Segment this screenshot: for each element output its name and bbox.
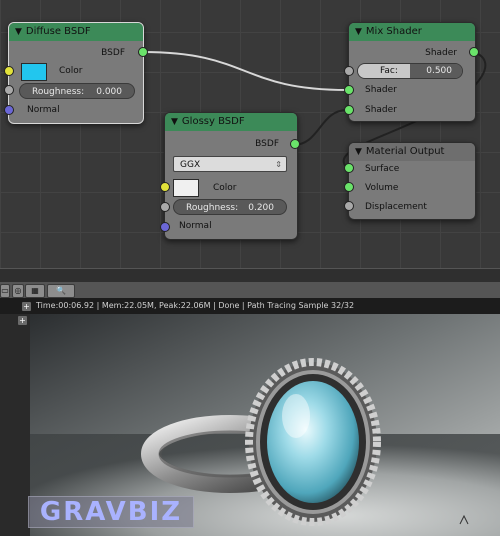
diffuse-normal-label: Normal [27,105,60,115]
glossy-roughness-socket[interactable] [160,202,170,212]
glossy-bsdf-output-socket[interactable] [290,139,300,149]
glossy-roughness-field[interactable]: Roughness: 0.200 [173,199,287,215]
output-node-header[interactable]: ▼ Material Output [349,143,475,161]
output-volume-socket[interactable] [344,182,354,192]
glossy-color-label: Color [213,183,237,193]
expand-plus-icon[interactable]: + [22,302,31,311]
gem-highlight [282,394,310,438]
output-displacement-socket[interactable] [344,201,354,211]
mix-shader1-socket[interactable] [344,85,354,95]
glossy-roughness-value: 0.200 [248,203,274,213]
mix-output-label: Shader [425,48,457,58]
render-slot-icon[interactable]: ▦ [25,284,45,298]
diffuse-color-label: Color [59,66,83,76]
ring-gem [267,381,359,503]
diffuse-roughness-label: Roughness: [32,87,85,97]
diffuse-node-header[interactable]: ▼ Diffuse BSDF [9,23,143,41]
glossy-distribution-dropdown[interactable]: GGX ⇕ [173,156,287,172]
watermark-logo: GRAVBIZ [28,496,194,528]
mix-fac-value: 0.500 [426,66,452,76]
output-surface-socket[interactable] [344,163,354,173]
glossy-distribution-value: GGX [180,160,201,170]
diffuse-roughness-field[interactable]: Roughness: 0.000 [19,83,135,99]
diffuse-color-socket[interactable] [4,66,14,76]
glossy-normal-label: Normal [179,221,212,231]
expand-plus-icon[interactable]: + [18,316,27,325]
glossy-color-socket[interactable] [160,182,170,192]
node-editor[interactable]: ▼ Diffuse BSDF BSDF Color Roughness: 0.00… [0,0,500,268]
diffuse-roughness-value: 0.000 [96,87,122,97]
link-diffuse-to-shader1 [142,51,348,91]
zoom-icon[interactable]: 🔍 [47,284,75,298]
output-displacement-label: Displacement [365,202,427,212]
collapse-triangle-icon[interactable]: ▼ [355,143,362,161]
editor-type-icon[interactable]: ▭ [0,284,10,298]
collapse-triangle-icon[interactable]: ▼ [355,23,362,41]
output-surface-label: Surface [365,164,400,174]
glossy-color-swatch[interactable] [173,179,199,197]
render-side-strip: + [0,298,30,536]
render-info-bar: + Time:00:06.92 | Mem:22.05M, Peak:22.06… [0,298,500,314]
glossy-node-title: Glossy BSDF [181,116,245,127]
view-icon[interactable]: ◎ [12,284,24,298]
link-glossy-to-shader2 [292,109,348,146]
image-editor-toolbar: ▭ ◎ ▦ 🔍 [0,282,500,299]
dropdown-arrows-icon: ⇕ [275,160,282,169]
output-node-title: Material Output [365,146,445,157]
mix-node-header[interactable]: ▼ Mix Shader [349,23,475,41]
material-output-node[interactable]: ▼ Material Output Surface Volume Displace… [348,142,476,220]
diffuse-bsdf-node[interactable]: ▼ Diffuse BSDF BSDF Color Roughness: 0.00… [8,22,144,124]
glossy-output-label: BSDF [255,139,279,149]
diffuse-bsdf-output-socket[interactable] [138,47,148,57]
collapse-triangle-icon[interactable]: ▼ [15,23,22,41]
diffuse-node-title: Diffuse BSDF [25,26,91,37]
diffuse-output-label: BSDF [101,48,125,58]
mix-shader2-socket[interactable] [344,105,354,115]
glossy-node-header[interactable]: ▼ Glossy BSDF [165,113,297,131]
render-stats-text: Time:00:06.92 | Mem:22.05M, Peak:22.06M … [36,301,355,310]
glossy-roughness-label: Roughness: [186,203,239,213]
diffuse-normal-socket[interactable] [4,105,14,115]
mix-shader-node[interactable]: ▼ Mix Shader Shader Fac: 0.500 Shader Sha… [348,22,476,122]
glossy-bsdf-node[interactable]: ▼ Glossy BSDF BSDF GGX ⇕ Color Roughness:… [164,112,298,240]
collapse-triangle-icon[interactable]: ▼ [171,113,178,131]
mix-fac-socket[interactable] [344,66,354,76]
mix-fac-label: Fac: [380,66,398,76]
diffuse-color-swatch[interactable] [21,63,47,81]
mix-shader-output-socket[interactable] [469,47,479,57]
mix-fac-slider[interactable]: Fac: 0.500 [357,63,463,79]
diffuse-roughness-socket[interactable] [4,85,14,95]
glossy-normal-socket[interactable] [160,222,170,232]
mix-shader1-label: Shader [365,85,397,95]
mix-shader2-label: Shader [365,105,397,115]
mix-node-title: Mix Shader [365,26,422,37]
output-volume-label: Volume [365,183,399,193]
